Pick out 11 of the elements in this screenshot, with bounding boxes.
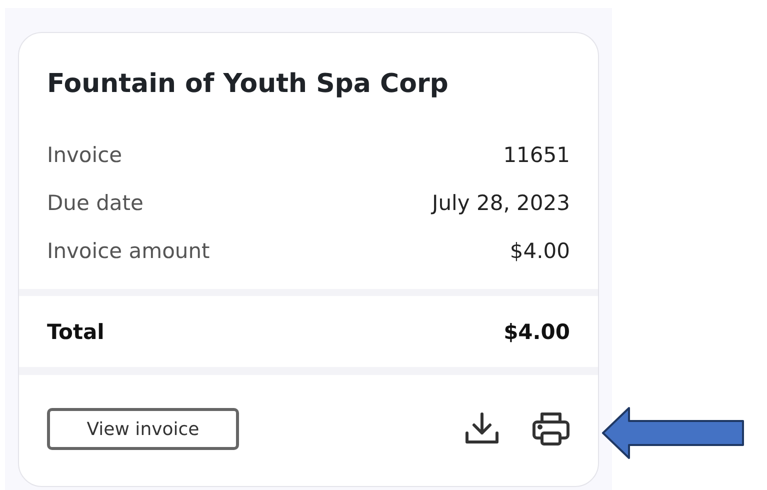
total-value: $4.00 <box>504 320 570 344</box>
row-label: Invoice <box>47 143 122 167</box>
total-label: Total <box>47 320 104 344</box>
customer-name: Fountain of Youth Spa Corp <box>46 68 450 101</box>
view-invoice-button[interactable]: View invoice <box>47 408 239 450</box>
row-value: $4.00 <box>510 239 570 263</box>
print-icon[interactable] <box>532 411 570 447</box>
row-label: Due date <box>47 191 144 215</box>
row-value: 11651 <box>503 143 570 167</box>
row-label: Invoice amount <box>47 239 210 263</box>
row-value: July 28, 2023 <box>432 191 570 215</box>
